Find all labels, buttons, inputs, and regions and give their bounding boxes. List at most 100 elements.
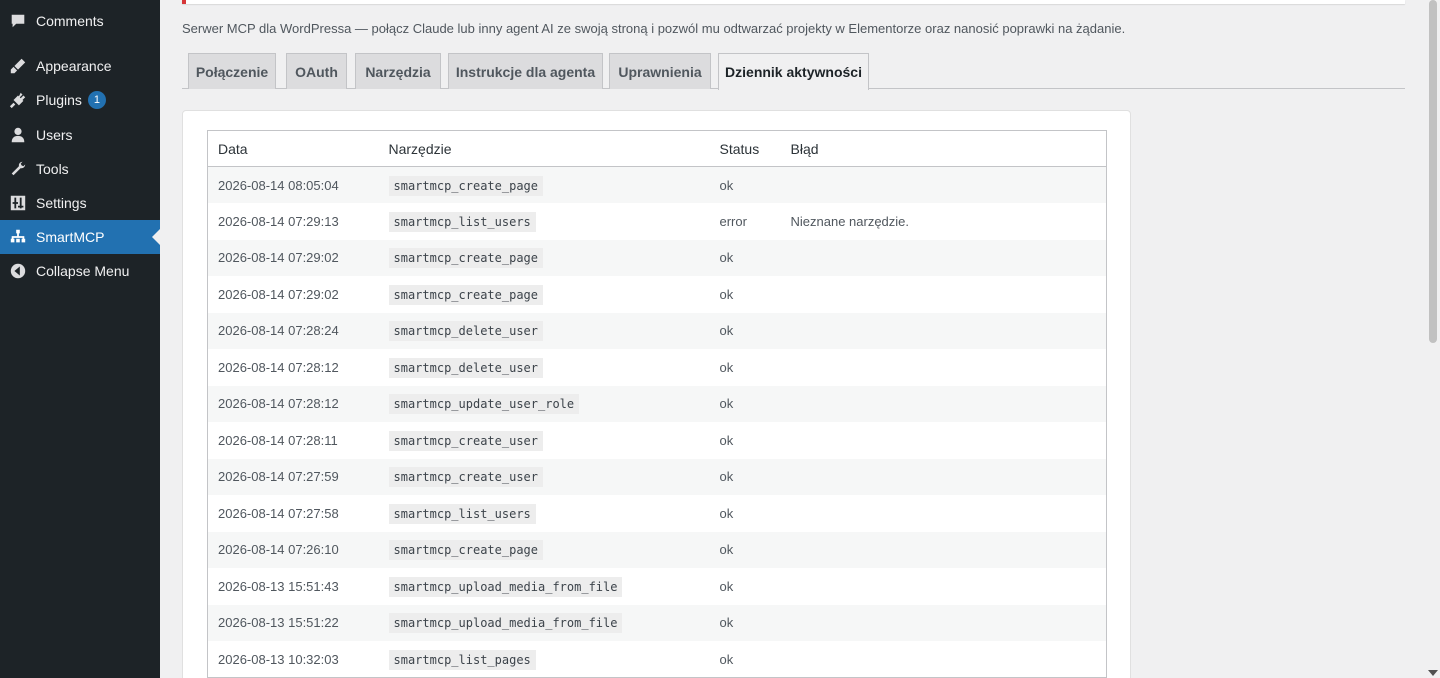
sidebar-item-tools[interactable]: Tools — [0, 152, 160, 186]
log-date: 2026-08-14 07:28:11 — [218, 432, 338, 448]
scroll-down-arrow-icon[interactable] — [1428, 670, 1438, 676]
log-tool: smartmcp_create_user — [388, 467, 543, 488]
log-status: ok — [719, 432, 734, 448]
log-error — [781, 605, 1107, 642]
log-status: ok — [719, 323, 734, 339]
table-row: 2026-08-14 07:28:24 smartmcp_delete_user o… — [207, 312, 1107, 350]
settings-tabs: Połączenie OAuth Narzędzia Instrukcje dl… — [182, 53, 1405, 90]
log-status: ok — [719, 505, 734, 521]
scrollbar-thumb[interactable] — [1429, 0, 1437, 343]
table-row: 2026-08-14 07:28:11 smartmcp_create_user o… — [207, 422, 1107, 459]
sidebar-item-label: SmartMCP — [36, 229, 105, 245]
plugin-description: Serwer MCP dla WordPressa — połącz Claud… — [182, 21, 1126, 36]
sidebar-item-label: Comments — [36, 13, 104, 29]
column-header-tool: Narzędzie — [378, 130, 710, 167]
log-tool: smartmcp_create_page — [388, 248, 543, 269]
table-row: 2026-08-14 07:29:02 smartmcp_create_page o… — [207, 276, 1107, 313]
log-error — [781, 641, 1107, 678]
log-status: ok — [719, 615, 734, 631]
log-status: ok — [719, 578, 734, 594]
table-row: 2026-08-14 07:27:58 smartmcp_list_users ok — [207, 495, 1107, 532]
sidebar-item-label: Collapse Menu — [36, 263, 130, 279]
log-error — [781, 386, 1107, 423]
activity-log-card: Data Narzędzie Status Błąd 2026-08-14 08… — [182, 110, 1131, 678]
log-status: ok — [719, 469, 734, 485]
log-status: ok — [719, 396, 734, 412]
log-tool: smartmcp_upload_media_from_file — [388, 576, 623, 597]
log-tool: smartmcp_update_user_role — [388, 394, 580, 415]
sidebar-item-comments[interactable]: Comments — [0, 4, 160, 38]
sidebar-item-label: Appearance — [36, 58, 112, 74]
plugins-update-badge: 1 — [87, 91, 106, 109]
log-tool-cell: smartmcp_create_page — [379, 532, 710, 569]
log-error — [781, 495, 1107, 532]
tab-uprawnienia[interactable]: Uprawnienia — [609, 53, 711, 89]
tab-narzedzia[interactable]: Narzędzia — [355, 53, 441, 89]
log-status: ok — [719, 177, 734, 193]
log-date: 2026-08-14 07:28:12 — [218, 359, 339, 375]
sitemap-icon — [0, 228, 36, 246]
column-header-date: Data — [207, 130, 379, 167]
tab-polaczenie[interactable]: Połączenie — [188, 53, 276, 89]
collapse-menu-button[interactable]: Collapse Menu — [0, 254, 160, 288]
table-row: 2026-08-14 07:29:02 smartmcp_create_page o… — [207, 239, 1107, 277]
log-tool-cell: smartmcp_delete_user — [379, 313, 710, 350]
main-content: Serwer MCP dla WordPressa — połącz Claud… — [160, 0, 1426, 678]
log-tool-cell: smartmcp_list_pages — [379, 641, 710, 678]
log-error — [781, 422, 1107, 459]
table-row: 2026-08-13 15:51:22 smartmcp_upload_media… — [207, 604, 1107, 642]
log-tool-cell: smartmcp_create_user — [379, 422, 710, 459]
tab-instrukcje[interactable]: Instrukcje dla agenta — [448, 53, 603, 89]
table-row: 2026-08-14 07:29:13 smartmcp_list_users er… — [207, 203, 1107, 240]
table-row: 2026-08-14 07:27:59 smartmcp_create_user o… — [207, 458, 1107, 496]
log-tool: smartmcp_delete_user — [388, 357, 543, 378]
log-error — [781, 459, 1107, 496]
log-tool-cell: smartmcp_list_users — [379, 495, 710, 532]
sidebar-item-plugins[interactable]: Plugins 1 — [0, 83, 160, 117]
log-tool-cell: smartmcp_delete_user — [379, 349, 710, 386]
sidebar-item-appearance[interactable]: Appearance — [0, 49, 160, 83]
collapse-icon — [0, 262, 36, 280]
log-tool: smartmcp_list_pages — [388, 649, 536, 670]
log-tool-cell: smartmcp_create_page — [379, 167, 710, 204]
sidebar-item-label: Settings — [36, 195, 87, 211]
log-status: ok — [719, 286, 734, 302]
plugins-icon — [0, 91, 36, 109]
log-date: 2026-08-13 15:51:22 — [218, 615, 339, 631]
log-date: 2026-08-14 07:29:02 — [218, 286, 339, 302]
log-error — [781, 167, 1107, 204]
table-row: 2026-08-14 07:28:12 smartmcp_update_user_… — [207, 385, 1107, 423]
table-row: 2026-08-13 15:51:43 smartmcp_upload_media… — [207, 568, 1107, 605]
log-date: 2026-08-14 07:28:24 — [218, 323, 339, 339]
sidebar-item-label: Plugins — [36, 92, 82, 108]
table-row: 2026-08-14 07:26:10 smartmcp_create_page o… — [207, 531, 1107, 569]
log-status: error — [719, 213, 747, 229]
log-status: ok — [719, 359, 734, 375]
table-header-row: Data Narzędzie Status Błąd — [207, 130, 1107, 167]
column-header-status: Status — [709, 130, 781, 167]
log-status: ok — [719, 250, 734, 266]
settings-icon — [0, 194, 36, 212]
sidebar-item-smartmcp[interactable]: SmartMCP — [0, 220, 160, 254]
log-error — [781, 313, 1107, 350]
log-tool-cell: smartmcp_create_page — [379, 240, 710, 277]
log-tool: smartmcp_create_page — [388, 540, 543, 561]
table-row: 2026-08-13 10:32:03 smartmcp_list_pages ok — [207, 641, 1107, 678]
comments-icon — [0, 12, 36, 30]
log-error — [781, 349, 1107, 386]
admin-notice — [182, 0, 1405, 4]
log-date: 2026-08-14 07:26:10 — [218, 542, 339, 558]
tab-oauth[interactable]: OAuth — [286, 53, 347, 89]
appearance-icon — [0, 57, 36, 75]
sidebar-item-users[interactable]: Users — [0, 118, 160, 152]
log-date: 2026-08-14 07:29:13 — [218, 213, 339, 229]
log-date: 2026-08-14 08:05:04 — [218, 177, 339, 193]
tab-dziennik-aktywnosci[interactable]: Dziennik aktywności — [718, 53, 869, 90]
sidebar-item-settings[interactable]: Settings — [0, 186, 160, 220]
log-tool-cell: smartmcp_create_page — [379, 276, 710, 313]
log-tool-cell: smartmcp_list_users — [379, 203, 710, 240]
log-error — [781, 532, 1107, 569]
log-tool-cell: smartmcp_create_user — [379, 459, 710, 496]
page-scrollbar[interactable] — [1426, 0, 1440, 678]
users-icon — [0, 126, 36, 144]
